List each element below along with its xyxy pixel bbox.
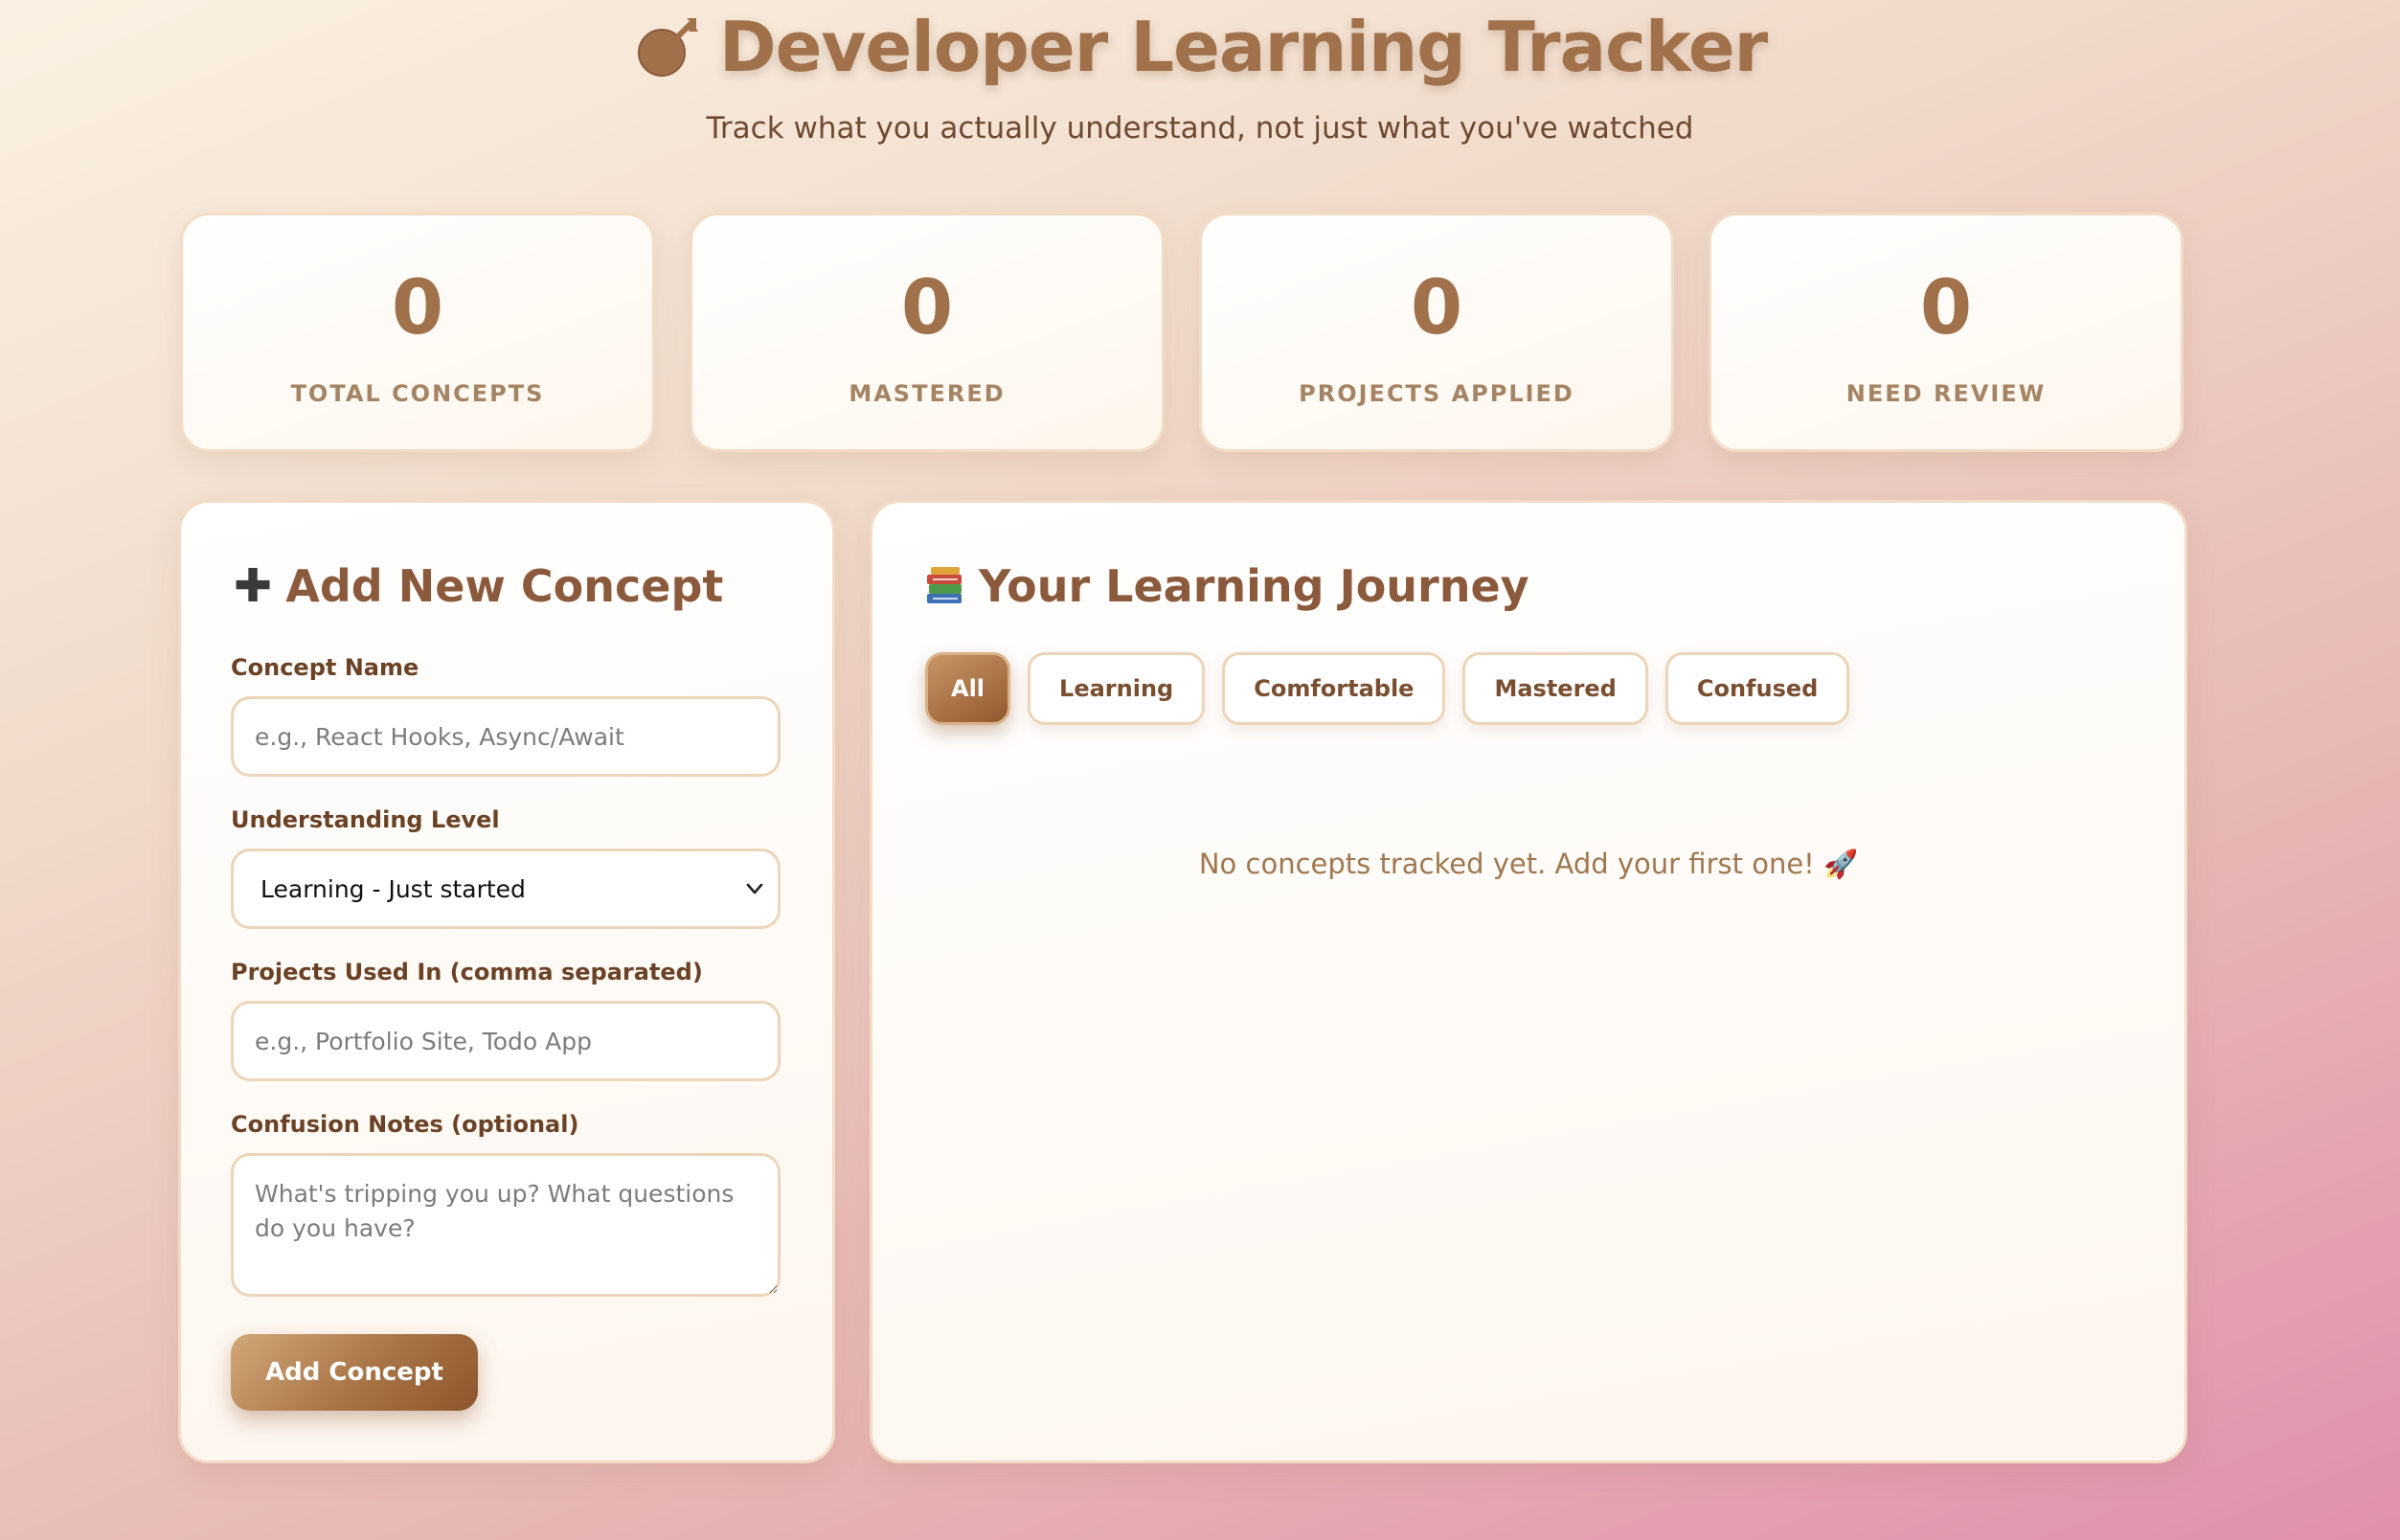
add-concept-heading: ✚ Add New Concept — [234, 560, 723, 612]
stat-label: NEED REVIEW — [1845, 380, 2047, 407]
page-subtitle: Track what you actually understand, not … — [706, 111, 1694, 146]
add-concept-panel: ✚ Add New Concept Concept Name Understan… — [178, 500, 835, 1463]
app-title: Developer Learning Tracker — [0, 4, 2400, 90]
learning-journey-panel: Your Learning Journey All Learning Comfo… — [870, 500, 2187, 1463]
projects-used-label: Projects Used In (comma separated) — [231, 959, 703, 985]
concept-name-label: Concept Name — [231, 654, 419, 681]
projects-used-input[interactable] — [231, 1001, 781, 1081]
filter-all-button[interactable]: All — [925, 652, 1011, 725]
stat-label: PROJECTS APPLIED — [1299, 380, 1574, 407]
filter-confused-button[interactable]: Confused — [1664, 652, 1850, 725]
understanding-level-select[interactable]: Learning - Just started — [231, 849, 781, 929]
stat-value: 0 — [391, 265, 444, 351]
books-icon — [927, 567, 962, 603]
empty-state-message: No concepts tracked yet. Add your first … — [1198, 848, 1859, 880]
dart-target-icon — [637, 18, 698, 77]
stat-card-total-concepts: 0 TOTAL CONCEPTS — [180, 213, 655, 452]
confusion-notes-textarea[interactable] — [231, 1153, 781, 1297]
plus-icon: ✚ — [234, 559, 273, 613]
learning-journey-title: Your Learning Journey — [979, 560, 1529, 612]
stat-value: 0 — [900, 265, 954, 351]
confusion-notes-label: Confusion Notes (optional) — [231, 1111, 579, 1138]
stat-label: MASTERED — [849, 380, 1006, 407]
concept-name-input[interactable] — [231, 696, 781, 777]
understanding-level-label: Understanding Level — [231, 806, 500, 833]
stat-card-projects-applied: 0 PROJECTS APPLIED — [1199, 213, 1674, 452]
add-concept-button[interactable]: Add Concept — [231, 1334, 478, 1411]
page-title: Developer Learning Tracker — [718, 7, 1768, 87]
filter-mastered-button[interactable]: Mastered — [1462, 652, 1648, 725]
stat-value: 0 — [1919, 265, 1973, 351]
stat-value: 0 — [1410, 265, 1463, 351]
filter-comfortable-button[interactable]: Comfortable — [1222, 652, 1446, 725]
stat-label: TOTAL CONCEPTS — [290, 380, 545, 407]
stat-card-mastered: 0 MASTERED — [690, 213, 1165, 452]
stat-card-need-review: 0 NEED REVIEW — [1709, 213, 2184, 452]
add-concept-title: Add New Concept — [285, 560, 724, 612]
filter-learning-button[interactable]: Learning — [1028, 652, 1206, 725]
learning-journey-heading: Your Learning Journey — [925, 560, 1529, 612]
filter-tabs: All Learning Comfortable Mastered Confus… — [925, 652, 1850, 725]
